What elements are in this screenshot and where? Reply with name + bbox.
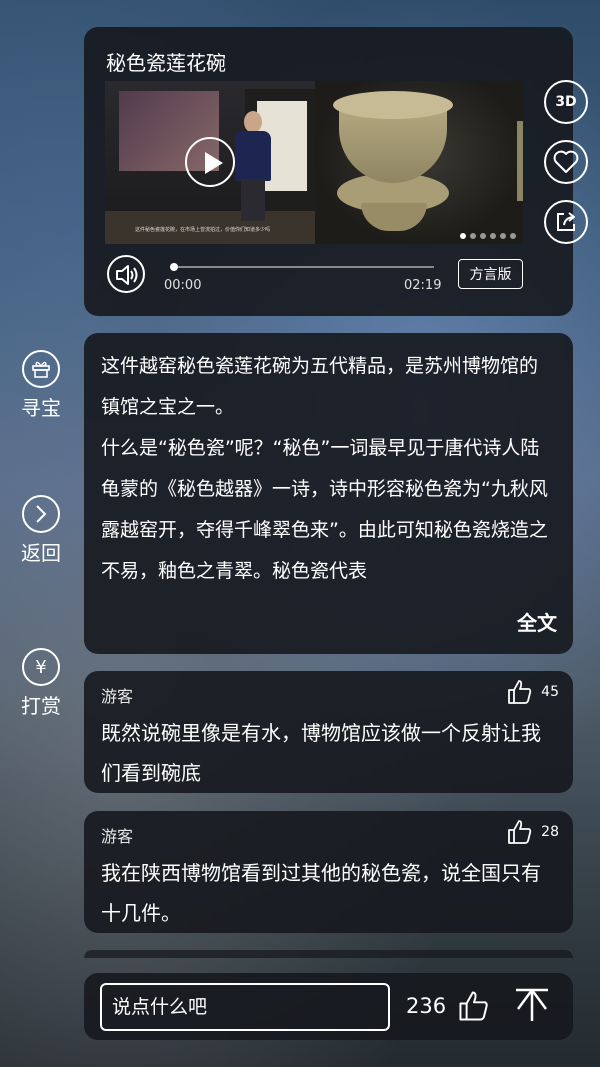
media-gallery[interactable]: 这件秘色瓷莲花碗，在市场上曾流拍过，价值你们知道多少吗 [105, 81, 523, 244]
gallery-dot[interactable] [480, 233, 486, 239]
video-thumbnail[interactable]: 这件秘色瓷莲花碗，在市场上曾流拍过，价值你们知道多少吗 [105, 81, 315, 244]
thumbs-up-icon [508, 680, 532, 704]
next-comment-peek [84, 950, 573, 958]
description-card: 这件越窑秘色瓷莲花碗为五代精品，是苏州博物馆的镇馆之宝之一。 什么是“秘色瓷”呢… [84, 333, 573, 654]
progress-knob[interactable] [170, 263, 178, 271]
comment-author: 游客 [101, 827, 134, 846]
comment-like-button[interactable]: 45 [507, 679, 559, 705]
video-title: 秘色瓷莲花碗 [106, 51, 226, 75]
share-icon [557, 212, 575, 231]
artifact-photo[interactable] [315, 81, 523, 244]
total-time: 02:19 [404, 278, 442, 293]
description-paragraph-1: 这件越窑秘色瓷莲花碗为五代精品，是苏州博物馆的镇馆之宝之一。 [101, 355, 539, 418]
bottom-bar: 236 [84, 973, 573, 1040]
bowl-rim [333, 91, 453, 119]
share-button[interactable] [544, 200, 588, 244]
comment-like-count: 28 [541, 824, 559, 840]
comment-text: 既然说碗里像是有水，博物馆应该做一个反射让我们看到碗底 [101, 721, 541, 785]
heart-icon [553, 150, 579, 173]
bowl-foot [361, 203, 427, 231]
nav-back[interactable]: 返回 [16, 495, 66, 566]
video-presenter [235, 111, 271, 221]
chevron-right-icon [22, 495, 60, 533]
gift-icon [22, 350, 60, 388]
gallery-pagination[interactable] [460, 233, 516, 239]
presenter-head [244, 111, 262, 133]
current-time: 00:00 [164, 278, 202, 293]
nav-treasure-hunt[interactable]: 寻宝 [16, 350, 66, 421]
comment-like-button[interactable]: 28 [507, 819, 559, 845]
arrow-up-to-top-icon [516, 988, 548, 1021]
speaker-button[interactable] [107, 255, 145, 293]
thumbs-up-icon [508, 820, 532, 844]
nav-label-treasure-hunt: 寻宝 [21, 396, 61, 420]
gallery-dot[interactable] [490, 233, 496, 239]
rotate-3d-icon: 3D [555, 94, 577, 110]
dialect-version-button[interactable]: 方言版 [458, 259, 523, 289]
comment-card: 游客 28 我在陕西博物馆看到过其他的秘色瓷，说全国只有十几件。 [84, 811, 573, 933]
view-3d-button[interactable]: 3D [544, 80, 588, 124]
nav-label-back: 返回 [21, 541, 61, 565]
full-text-button[interactable]: 全文 [517, 607, 557, 636]
scroll-to-top-button[interactable] [514, 987, 550, 1027]
presenter-body [235, 131, 271, 181]
comment-text: 我在陕西博物馆看到过其他的秘色瓷，说全国只有十几件。 [101, 861, 541, 925]
comment-author: 游客 [101, 687, 134, 706]
speaker-icon [116, 265, 138, 285]
gallery-dot[interactable] [470, 233, 476, 239]
nav-label-tip: 打赏 [21, 694, 61, 718]
yen-icon: ¥ [22, 648, 60, 686]
progress-slider[interactable] [170, 263, 434, 271]
play-button[interactable] [185, 137, 235, 187]
comment-input[interactable] [100, 983, 390, 1031]
thumbs-up-icon [459, 991, 488, 1021]
nav-tip[interactable]: ¥ 打赏 [16, 648, 66, 719]
gallery-dot[interactable] [500, 233, 506, 239]
video-caption: 这件秘色瓷莲花碗，在市场上曾流拍过，价值你们知道多少吗 [135, 227, 271, 233]
comment-like-count: 45 [541, 684, 559, 700]
comment-card: 游客 45 既然说碗里像是有水，博物馆应该做一个反射让我们看到碗底 [84, 671, 573, 793]
description-paragraph-2: 什么是“秘色瓷”呢？“秘色”一词最早见于唐代诗人陆龟蒙的《秘色越器》一诗，诗中形… [101, 437, 548, 582]
video-card: 秘色瓷莲花碗 这件秘色瓷莲花碗，在市场上曾流拍过，价值你们知道多少吗 00:00… [84, 27, 573, 316]
gallery-dot[interactable] [510, 233, 516, 239]
presenter-legs [241, 179, 265, 221]
next-photo-edge [517, 121, 523, 201]
favorite-button[interactable] [544, 140, 588, 184]
total-likes-count: 236 [406, 994, 447, 1018]
gallery-dot[interactable] [460, 233, 466, 239]
like-button[interactable] [458, 990, 490, 1026]
